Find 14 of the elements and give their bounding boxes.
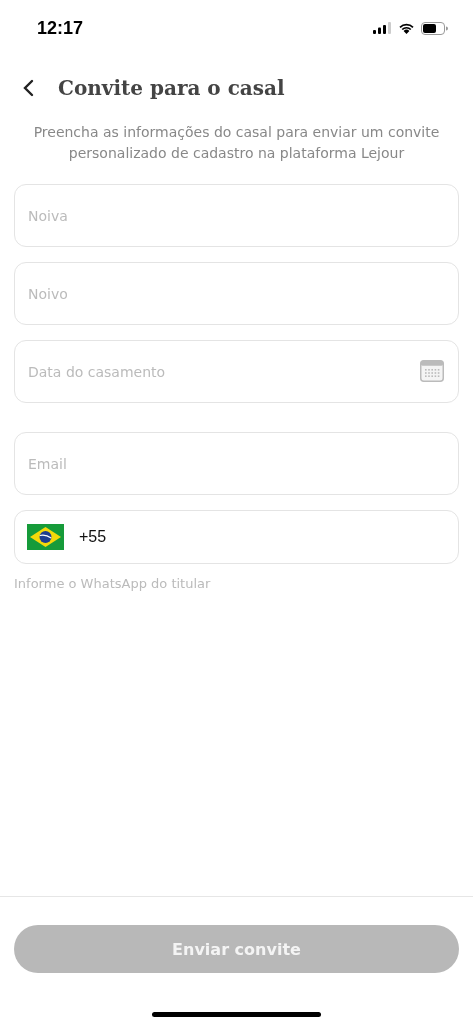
wifi-icon <box>398 22 415 34</box>
calendar-icon <box>420 360 444 382</box>
flag-icon <box>27 524 64 550</box>
helper-text: Informe o WhatsApp do titular <box>14 576 212 591</box>
signal-icon <box>373 22 392 34</box>
phone-field[interactable]: +55 <box>14 510 459 564</box>
battery-icon <box>421 21 448 35</box>
page-subtitle: Preencha as informações do casal para enviar um convite personalizado de cadastro na plataforma Lejour <box>32 123 441 163</box>
text-field[interactable]: Noivo <box>14 262 459 325</box>
status-time: 12:17 <box>37 17 84 39</box>
page-title: Convite para o casal <box>58 76 285 100</box>
text-field[interactable]: Noiva <box>14 184 459 247</box>
date-field[interactable]: Data do casamento <box>14 340 459 403</box>
text-field[interactable]: Email <box>14 432 459 495</box>
